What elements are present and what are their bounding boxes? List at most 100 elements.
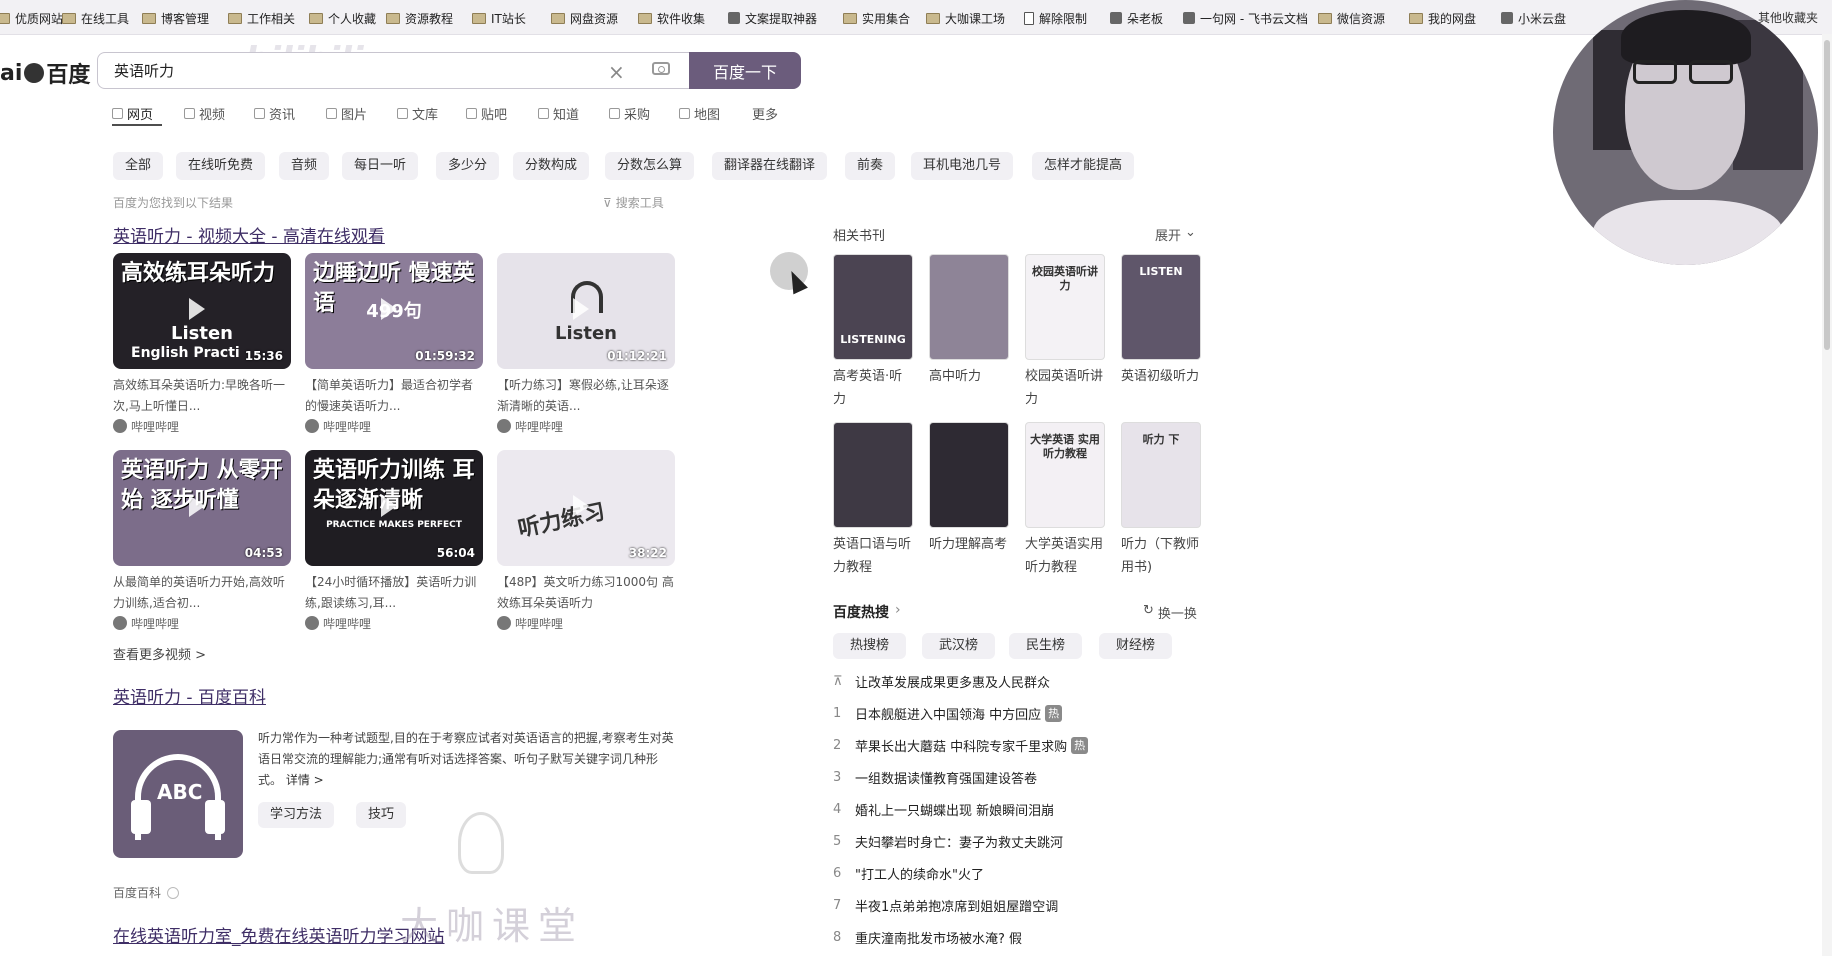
video-thumbnail[interactable]: 边睡边听 慢速英语 499句 01:59:32 xyxy=(305,253,483,369)
book-cover[interactable]: 听力 下 xyxy=(1121,422,1201,528)
bookmark-item[interactable]: 朵老板 xyxy=(1110,9,1163,27)
tab-0[interactable]: 网页 xyxy=(112,104,153,123)
video-description[interactable]: 【听力练习】寒假必练,让耳朵逐渐清晰的英语... xyxy=(497,375,675,417)
tab-5[interactable]: 贴吧 xyxy=(466,104,507,123)
video-thumbnail[interactable]: 英语听力训练 耳朵逐渐清晰 PRACTICE MAKES PERFECT 56:04 xyxy=(305,450,483,566)
video-thumbnail[interactable]: 听力练习 38:22 xyxy=(497,450,675,566)
filter-chip[interactable]: 耳机电池几号 xyxy=(911,152,1014,180)
book-cover[interactable]: 大学英语 实用听力教程 xyxy=(1025,422,1105,528)
baidu-logo[interactable]: ai 百度 xyxy=(0,56,90,90)
book-title[interactable]: 大学英语实用听力教程 xyxy=(1025,533,1107,579)
search-input[interactable] xyxy=(112,61,596,80)
clear-icon[interactable]: × xyxy=(608,60,625,84)
video-description[interactable]: 【48P】英文听力练习1000句 高效练耳朵英语听力 xyxy=(497,572,675,614)
book-item[interactable]: 听力 下听力（下教师用书) xyxy=(1121,422,1203,579)
video-thumbnail[interactable]: 高效练耳朵听力 Listen English Practi 15:36 xyxy=(113,253,291,369)
baike-result-title[interactable]: 英语听力 - 百度百科 xyxy=(113,683,266,708)
hot-tab[interactable]: 热搜榜 xyxy=(833,633,907,659)
video-card[interactable]: Listen 01:12:21 【听力练习】寒假必练,让耳朵逐渐清晰的英语... 哔哩… xyxy=(497,253,675,435)
bookmark-item[interactable]: 小米云盘 xyxy=(1501,9,1566,27)
filter-chip[interactable]: 每日一听 xyxy=(342,152,419,180)
bookmark-item[interactable]: 网盘资源 xyxy=(551,9,618,27)
book-cover[interactable]: 校园英语听讲力 xyxy=(1025,254,1105,360)
tab-1[interactable]: 视频 xyxy=(184,104,225,123)
baike-tag[interactable]: 技巧 xyxy=(356,802,407,828)
filter-chip[interactable]: 翻译器在线翻译 xyxy=(712,152,828,180)
video-card[interactable]: 英语听力训练 耳朵逐渐清晰 PRACTICE MAKES PERFECT 56:04… xyxy=(305,450,483,632)
hot-heading[interactable]: 百度热搜 › xyxy=(833,602,901,622)
bookmark-item[interactable]: 工作相关 xyxy=(228,9,295,27)
video-description[interactable]: 【简单英语听力】最适合初学者的慢速英语听力... xyxy=(305,375,483,417)
book-title[interactable]: 高中听力 xyxy=(929,365,1011,388)
filter-chip[interactable]: 音频 xyxy=(279,152,330,180)
book-item[interactable]: 英语口语与听力教程 xyxy=(833,422,915,579)
filter-chip[interactable]: 前奏 xyxy=(845,152,896,180)
book-item[interactable]: 校园英语听讲力 校园英语听讲力 xyxy=(1025,254,1107,411)
search-button[interactable]: 百度一下 xyxy=(689,52,801,89)
tab-8[interactable]: 地图 xyxy=(679,104,720,123)
bookmark-item[interactable]: 我的网盘 xyxy=(1409,9,1476,27)
play-icon[interactable] xyxy=(189,298,205,320)
book-cover[interactable] xyxy=(929,422,1009,528)
book-item[interactable]: LISTENING 高考英语·听力 xyxy=(833,254,915,411)
video-thumbnail[interactable]: 英语听力 从零开始 逐步听懂 04:53 xyxy=(113,450,291,566)
book-cover[interactable]: LISTENING xyxy=(833,254,913,360)
play-icon[interactable] xyxy=(573,495,589,517)
tab-7[interactable]: 采购 xyxy=(609,104,650,123)
book-title[interactable]: 高考英语·听力 xyxy=(833,365,915,411)
video-card[interactable]: 高效练耳朵听力 Listen English Practi 15:36 高效练耳朵英语听… xyxy=(113,253,291,435)
scrollbar-thumb[interactable] xyxy=(1824,40,1830,350)
play-icon[interactable] xyxy=(381,495,397,517)
book-item[interactable]: LISTEN 英语初级听力 xyxy=(1121,254,1203,388)
video-result-title[interactable]: 英语听力 - 视频大全 - 高清在线观看 xyxy=(113,222,385,247)
books-expand[interactable]: 展开 ⌄ xyxy=(1155,225,1196,244)
hot-refresh[interactable]: ↻ 换一换 xyxy=(1143,603,1197,622)
hot-item[interactable]: 8 重庆潼南批发市场被水淹? 假 xyxy=(833,928,1022,947)
filter-chip[interactable]: 全部 xyxy=(113,152,164,180)
video-card[interactable]: 边睡边听 慢速英语 499句 01:59:32 【简单英语听力】最适合初学者的慢速英语… xyxy=(305,253,483,435)
video-description[interactable]: 【24小时循环播放】英语听力训练,跟读练习,耳... xyxy=(305,572,483,614)
bookmark-item[interactable]: 在线工具 xyxy=(62,9,129,27)
more-videos-link[interactable]: 查看更多视频 > xyxy=(113,644,206,663)
book-title[interactable]: 听力理解高考 xyxy=(929,533,1011,556)
search-tools[interactable]: ⊽ 搜索工具 xyxy=(603,194,664,211)
bookmark-item[interactable]: 一句网 - 飞书云文档 xyxy=(1183,9,1308,27)
bookmark-item[interactable]: 博客管理 xyxy=(142,9,209,27)
video-card[interactable]: 听力练习 38:22 【48P】英文听力练习1000句 高效练耳朵英语听力 哔哩哔哩 xyxy=(497,450,675,632)
hot-item[interactable]: 5 夫妇攀岩时身亡：妻子为救丈夫跳河 xyxy=(833,832,1063,851)
tab-9[interactable]: 更多 xyxy=(752,104,778,123)
tab-4[interactable]: 文库 xyxy=(397,104,438,123)
book-item[interactable]: 听力理解高考 xyxy=(929,422,1011,556)
bookmark-item[interactable]: 文案提取神器 xyxy=(728,9,817,27)
book-title[interactable]: 听力（下教师用书) xyxy=(1121,533,1203,579)
filter-chip[interactable]: 分数怎么算 xyxy=(605,152,695,180)
filter-chip[interactable]: 分数构成 xyxy=(513,152,590,180)
hot-item[interactable]: 7 半夜1点弟弟抱凉席到姐姐屋蹭空调 xyxy=(833,896,1058,915)
hot-item[interactable]: ⊼ 让改革发展成果更多惠及人民群众 xyxy=(833,672,1050,691)
book-title[interactable]: 英语口语与听力教程 xyxy=(833,533,915,579)
bookmark-item[interactable]: 软件收集 xyxy=(638,9,705,27)
baike-tag[interactable]: 学习方法 xyxy=(258,802,335,828)
video-description[interactable]: 高效练耳朵英语听力:早晚各听一次,马上听懂日... xyxy=(113,375,291,417)
hot-tab[interactable]: 武汉榜 xyxy=(922,633,996,659)
book-item[interactable]: 大学英语 实用听力教程大学英语实用听力教程 xyxy=(1025,422,1107,579)
bookmark-item[interactable]: IT站长 xyxy=(472,9,526,27)
bookmark-item[interactable]: 解除限制 xyxy=(1024,9,1087,27)
filter-chip[interactable]: 在线听免费 xyxy=(176,152,266,180)
hot-item[interactable]: 2 苹果长出大蘑菇 中科院专家千里求购热 xyxy=(833,736,1089,755)
filter-chip[interactable]: 多少分 xyxy=(436,152,500,180)
bookmark-item[interactable]: 实用集合 xyxy=(843,9,910,27)
book-title[interactable]: 校园英语听讲力 xyxy=(1025,365,1107,411)
hot-tab[interactable]: 民生榜 xyxy=(1009,633,1083,659)
hot-item[interactable]: 1 日本舰艇进入中国领海 中方回应热 xyxy=(833,704,1063,723)
play-icon[interactable] xyxy=(573,298,589,320)
baike-detail-link[interactable]: 详情 > xyxy=(286,773,324,787)
hot-tab[interactable]: 财经榜 xyxy=(1099,633,1173,659)
hot-item[interactable]: 3 一组数据读懂教育强国建设答卷 xyxy=(833,768,1037,787)
camera-icon[interactable] xyxy=(652,62,670,75)
search-box[interactable] xyxy=(97,52,689,89)
bookmark-item[interactable]: 优质网站 xyxy=(0,9,63,27)
book-item[interactable]: 高中听力 xyxy=(929,254,1011,388)
filter-chip[interactable]: 怎样才能提高 xyxy=(1032,152,1135,180)
hot-item[interactable]: 4 婚礼上一只蝴蝶出现 新娘瞬间泪崩 xyxy=(833,800,1054,819)
